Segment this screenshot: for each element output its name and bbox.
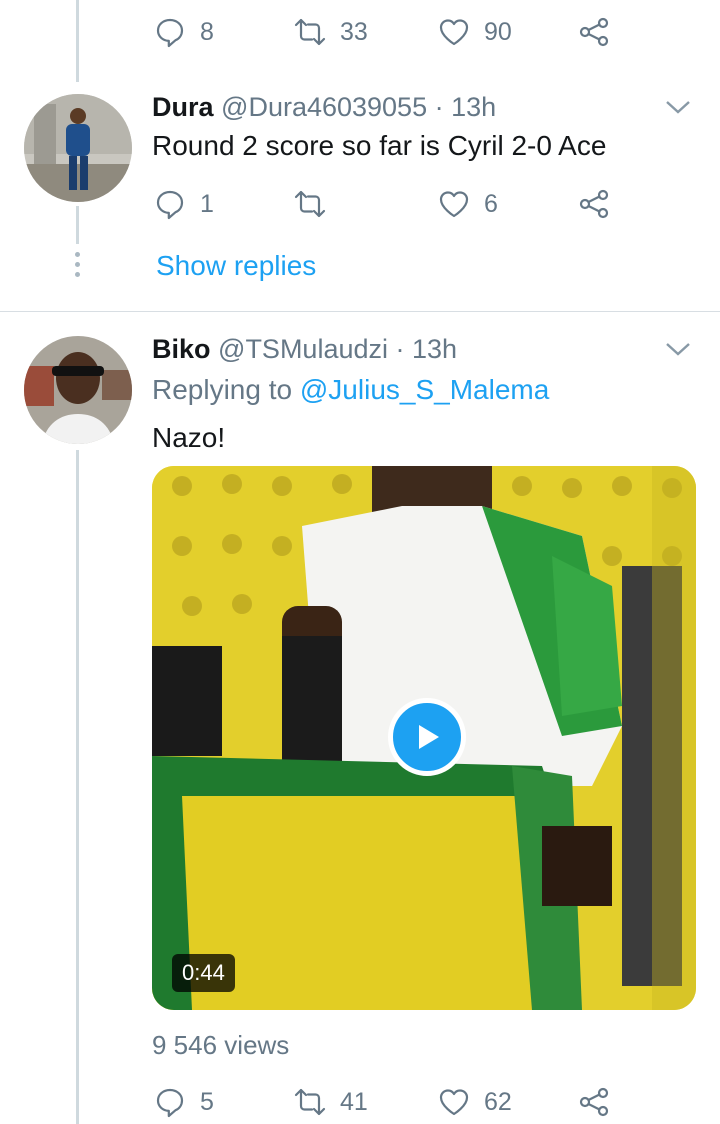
chevron-down-icon <box>666 101 690 114</box>
like-button[interactable]: 90 <box>436 12 512 52</box>
thread-dots <box>74 252 81 282</box>
avatar-dura[interactable] <box>24 94 132 202</box>
retweet-icon <box>294 1088 326 1116</box>
author-name[interactable]: Dura <box>152 92 214 122</box>
thread-line-main <box>76 450 79 1124</box>
heart-icon <box>439 1089 469 1116</box>
reply-icon <box>156 1088 184 1118</box>
share-button[interactable] <box>576 1082 612 1122</box>
top-actions: 8 33 90 <box>152 12 622 52</box>
chevron-down-icon <box>666 343 690 356</box>
show-replies-link[interactable]: Show replies <box>156 250 316 282</box>
reply-button[interactable]: 8 <box>152 12 214 52</box>
reply-actions: 1 6 <box>152 184 622 224</box>
avatar-image <box>24 336 132 444</box>
tweet-menu-button[interactable] <box>664 339 692 359</box>
reply-button[interactable]: 5 <box>152 1082 214 1122</box>
reply-button[interactable]: 1 <box>152 184 214 224</box>
like-button[interactable]: 6 <box>436 184 498 224</box>
retweet-icon <box>294 18 326 46</box>
main-header: Biko @TSMulaudzi · 13h <box>152 334 457 365</box>
retweet-button[interactable] <box>292 184 340 224</box>
reply-icon <box>156 18 184 48</box>
retweet-button[interactable]: 33 <box>292 12 368 52</box>
author-handle[interactable]: @Dura46039055 <box>221 92 427 122</box>
play-icon <box>419 725 439 749</box>
retweet-button[interactable]: 41 <box>292 1082 368 1122</box>
play-button[interactable] <box>388 698 466 776</box>
retweet-icon <box>294 190 326 218</box>
heart-icon <box>439 191 469 218</box>
share-icon <box>579 189 609 219</box>
main-actions: 5 41 62 <box>152 1082 622 1122</box>
view-count: 9 546 views <box>152 1030 290 1060</box>
tweet-menu-button[interactable] <box>664 97 692 117</box>
tweet-time: · 13h <box>434 92 497 122</box>
thread-line-top <box>76 0 79 82</box>
like-button[interactable]: 62 <box>436 1082 512 1122</box>
share-icon <box>579 1087 609 1117</box>
tweet-divider <box>0 311 720 312</box>
author-handle[interactable]: @TSMulaudzi <box>218 334 388 364</box>
avatar-image <box>24 94 132 202</box>
share-icon <box>579 17 609 47</box>
avatar-biko[interactable] <box>24 336 132 444</box>
thread-line-reply <box>76 206 79 244</box>
replying-prefix: Replying to <box>152 374 293 405</box>
reply-icon <box>156 190 184 220</box>
video-duration: 0:44 <box>172 954 235 992</box>
tweet-text: Round 2 score so far is Cyril 2-0 Ace <box>152 130 607 161</box>
share-button[interactable] <box>576 12 612 52</box>
replying-to-link[interactable]: @Julius_S_Malema <box>300 374 549 405</box>
author-name[interactable]: Biko <box>152 334 211 364</box>
heart-icon <box>439 19 469 46</box>
replying-to: Replying to @Julius_S_Malema <box>152 374 549 406</box>
reply-header: Dura @Dura46039055 · 13h <box>152 92 496 123</box>
video-player[interactable]: 0:44 <box>152 466 696 1010</box>
tweet-time: · 13h <box>395 334 458 364</box>
share-button[interactable] <box>576 184 612 224</box>
tweet-text: Nazo! <box>152 422 226 453</box>
